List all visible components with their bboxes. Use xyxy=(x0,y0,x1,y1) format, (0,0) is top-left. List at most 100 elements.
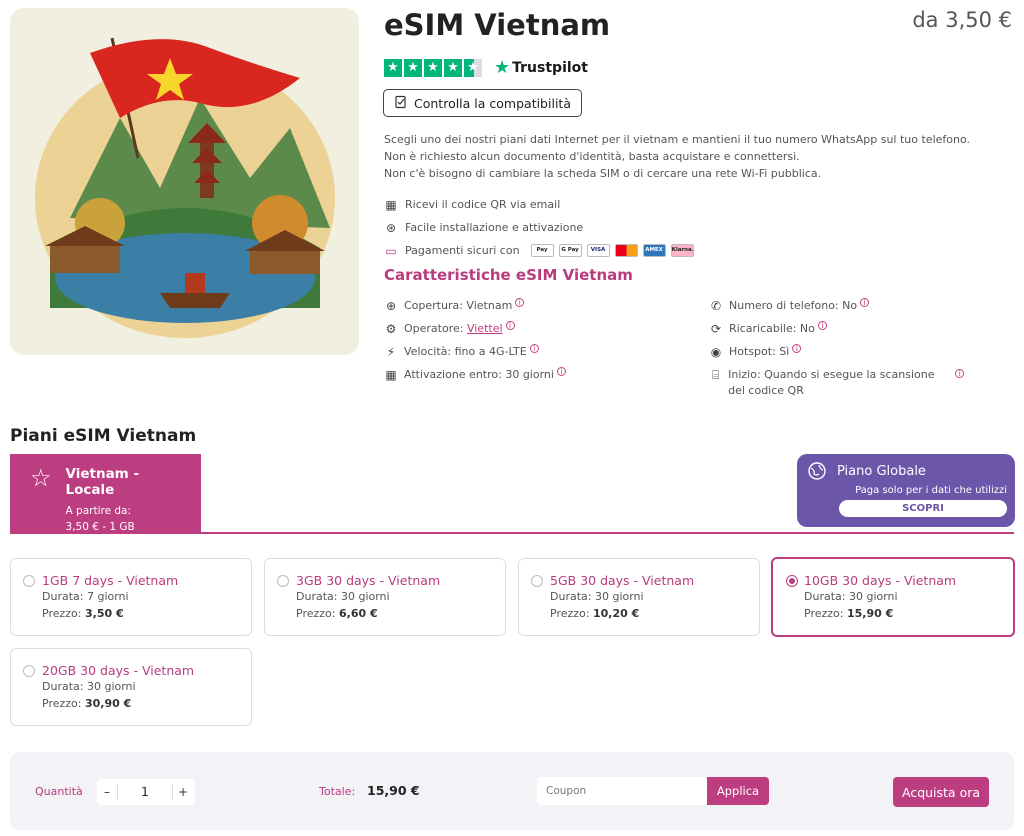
operator-link[interactable]: Viettel xyxy=(467,322,503,335)
feature-phone-number: ✆ Numero di telefono: No i xyxy=(709,298,870,314)
feature-activation: ▦ Attivazione entro: 30 giorni i xyxy=(384,367,566,383)
globe-icon: ⊕ xyxy=(385,299,397,313)
scan-icon: ⌸ xyxy=(711,368,720,382)
quantity-input[interactable] xyxy=(117,784,173,800)
quantity-decrease-button[interactable]: – xyxy=(97,779,117,805)
total-label: Totale: xyxy=(319,785,356,798)
signal-icon: ⚡ xyxy=(386,345,396,359)
rating-star-icon: ★ xyxy=(384,58,402,77)
info-icon[interactable]: i xyxy=(817,321,827,330)
features-title: Caratteristiche eSIM Vietnam xyxy=(384,266,633,284)
benefit-item: ▦ Ricevi il codice QR via email xyxy=(385,197,561,212)
plan-duration: 30 giorni xyxy=(86,680,136,693)
info-icon[interactable]: i xyxy=(515,298,525,307)
info-icon[interactable]: i xyxy=(556,367,566,376)
coupon-input[interactable] xyxy=(537,783,707,799)
plan-name: 1GB 7 days - Vietnam xyxy=(42,573,179,588)
quantity-label: Quantità xyxy=(35,785,83,798)
checklist-icon xyxy=(394,95,408,112)
quantity-increase-button[interactable]: + xyxy=(173,779,193,805)
buy-now-button[interactable]: Acquista ora xyxy=(893,777,989,807)
plan-name: 3GB 30 days - Vietnam xyxy=(296,573,441,588)
trustpilot-rating[interactable]: ★ ★ ★ ★ ★ ★ Trustpilot xyxy=(384,57,588,78)
total-value: 15,90 € xyxy=(367,783,420,798)
check-compatibility-label: Controlla la compatibilità xyxy=(414,95,571,111)
feature-hotspot: ◉ Hotspot: Sì i xyxy=(709,344,802,360)
checkout-bar: Quantità – + Totale: 15,90 € Applica Acq… xyxy=(10,752,1014,830)
calendar-icon: ▦ xyxy=(385,368,397,382)
plan-radio[interactable] xyxy=(23,575,35,587)
feature-operator: ⚙ Operatore: Viettel i xyxy=(384,321,515,337)
klarna-icon: Klarna. xyxy=(670,244,694,257)
plan-card[interactable]: 5GB 30 days - Vietnam Durata: 30 giorni … xyxy=(518,558,760,636)
google-pay-icon: G Pay xyxy=(558,244,582,257)
phone-icon: ✆ xyxy=(710,299,722,313)
info-icon[interactable]: i xyxy=(955,369,964,378)
plan-duration: 30 giorni xyxy=(594,590,644,603)
plan-price: 15,90 € xyxy=(846,607,894,620)
global-plan-subtitle: Paga solo per i dati che utilizzi xyxy=(855,485,1007,496)
plan-card[interactable]: 20GB 30 days - Vietnam Durata: 30 giorni… xyxy=(10,648,252,726)
info-icon[interactable]: i xyxy=(529,344,539,353)
plan-radio[interactable] xyxy=(23,665,35,677)
product-title: eSIM Vietnam xyxy=(384,8,611,42)
plan-card[interactable]: 1GB 7 days - Vietnam Durata: 7 giorni Pr… xyxy=(10,558,252,636)
rating-star-icon: ★ xyxy=(444,58,462,77)
plan-price: 6,60 € xyxy=(338,607,378,620)
trustpilot-logo: ★ Trustpilot xyxy=(494,57,588,78)
plan-card[interactable]: 3GB 30 days - Vietnam Durata: 30 giorni … xyxy=(264,558,506,636)
tab-local-plans[interactable]: ☆ Vietnam - Locale A partire da: 3,50 € … xyxy=(10,454,201,533)
plan-price: 10,20 € xyxy=(592,607,640,620)
apple-pay-icon: Pay xyxy=(530,244,554,257)
click-icon: ⊛ xyxy=(385,220,397,235)
plan-card-selected[interactable]: 10GB 30 days - Vietnam Durata: 30 giorni… xyxy=(771,557,1015,637)
vietnam-illustration xyxy=(10,8,359,355)
info-icon[interactable]: i xyxy=(860,298,870,307)
payment-methods: Pay G Pay VISA AMEX Klarna. xyxy=(530,244,694,257)
quantity-stepper: – + xyxy=(97,779,195,805)
secure-payment-icon: ▭ xyxy=(385,243,397,258)
product-hero-image xyxy=(10,8,359,355)
plan-name: 5GB 30 days - Vietnam xyxy=(550,573,695,588)
benefit-item: ▭ Pagamenti sicuri con Pay G Pay VISA AM… xyxy=(385,243,694,258)
feature-coverage: ⊕ Copertura: Vietnam i xyxy=(384,298,525,314)
recharge-icon: ⟳ xyxy=(710,322,722,336)
plan-radio-selected[interactable] xyxy=(786,575,798,587)
apply-coupon-button[interactable]: Applica xyxy=(707,777,769,805)
tab-underline xyxy=(10,532,1014,534)
global-plan-title: Piano Globale xyxy=(837,463,926,479)
discover-button[interactable]: SCOPRI xyxy=(839,500,1007,517)
info-icon[interactable]: i xyxy=(792,344,802,353)
plans-title: Piani eSIM Vietnam xyxy=(10,426,197,446)
plan-radio[interactable] xyxy=(277,575,289,587)
description-line: Non c'è bisogno di cambiare la scheda SI… xyxy=(384,167,822,180)
gear-icon: ⚙ xyxy=(385,322,397,336)
description-line: Non è richiesto alcun documento d'identi… xyxy=(384,150,800,163)
local-tab-line: A partire da: xyxy=(65,505,132,517)
benefit-item: ⊛ Facile installazione e attivazione xyxy=(385,220,584,235)
feature-rechargeable: ⟳ Ricaricabile: No i xyxy=(709,321,827,337)
visa-icon: VISA xyxy=(586,244,610,257)
hotspot-icon: ◉ xyxy=(710,345,722,359)
plan-price: 3,50 € xyxy=(84,607,124,620)
feature-start: ⌸ Inizio: Quando si esegue la scansione … xyxy=(709,367,964,399)
amex-icon: AMEX xyxy=(642,244,666,257)
plan-radio[interactable] xyxy=(531,575,543,587)
plan-duration: 30 giorni xyxy=(848,590,898,603)
benefits-list: ▦ Ricevi il codice QR via email ⊛ Facile… xyxy=(384,193,694,262)
globe-icon xyxy=(808,462,826,480)
feature-speed: ⚡ Velocità: fino a 4G-LTE i xyxy=(384,344,539,360)
check-compatibility-button[interactable]: Controlla la compatibilità xyxy=(383,89,582,117)
plan-name: 10GB 30 days - Vietnam xyxy=(804,573,957,588)
info-icon[interactable]: i xyxy=(505,321,515,330)
description-line: Scegli uno dei nostri piani dati Interne… xyxy=(384,133,971,146)
rating-star-icon: ★ xyxy=(404,58,422,77)
plan-duration: 30 giorni xyxy=(340,590,390,603)
plan-price: 30,90 € xyxy=(84,697,132,710)
plan-name: 20GB 30 days - Vietnam xyxy=(42,663,195,678)
local-tab-title: Vietnam - Locale xyxy=(65,466,140,498)
global-plan-card[interactable]: Piano Globale Paga solo per i dati che u… xyxy=(797,454,1015,527)
price-from: da 3,50 € xyxy=(912,8,1012,32)
trustpilot-star-icon: ★ xyxy=(494,57,511,78)
plan-duration: 7 giorni xyxy=(86,590,129,603)
